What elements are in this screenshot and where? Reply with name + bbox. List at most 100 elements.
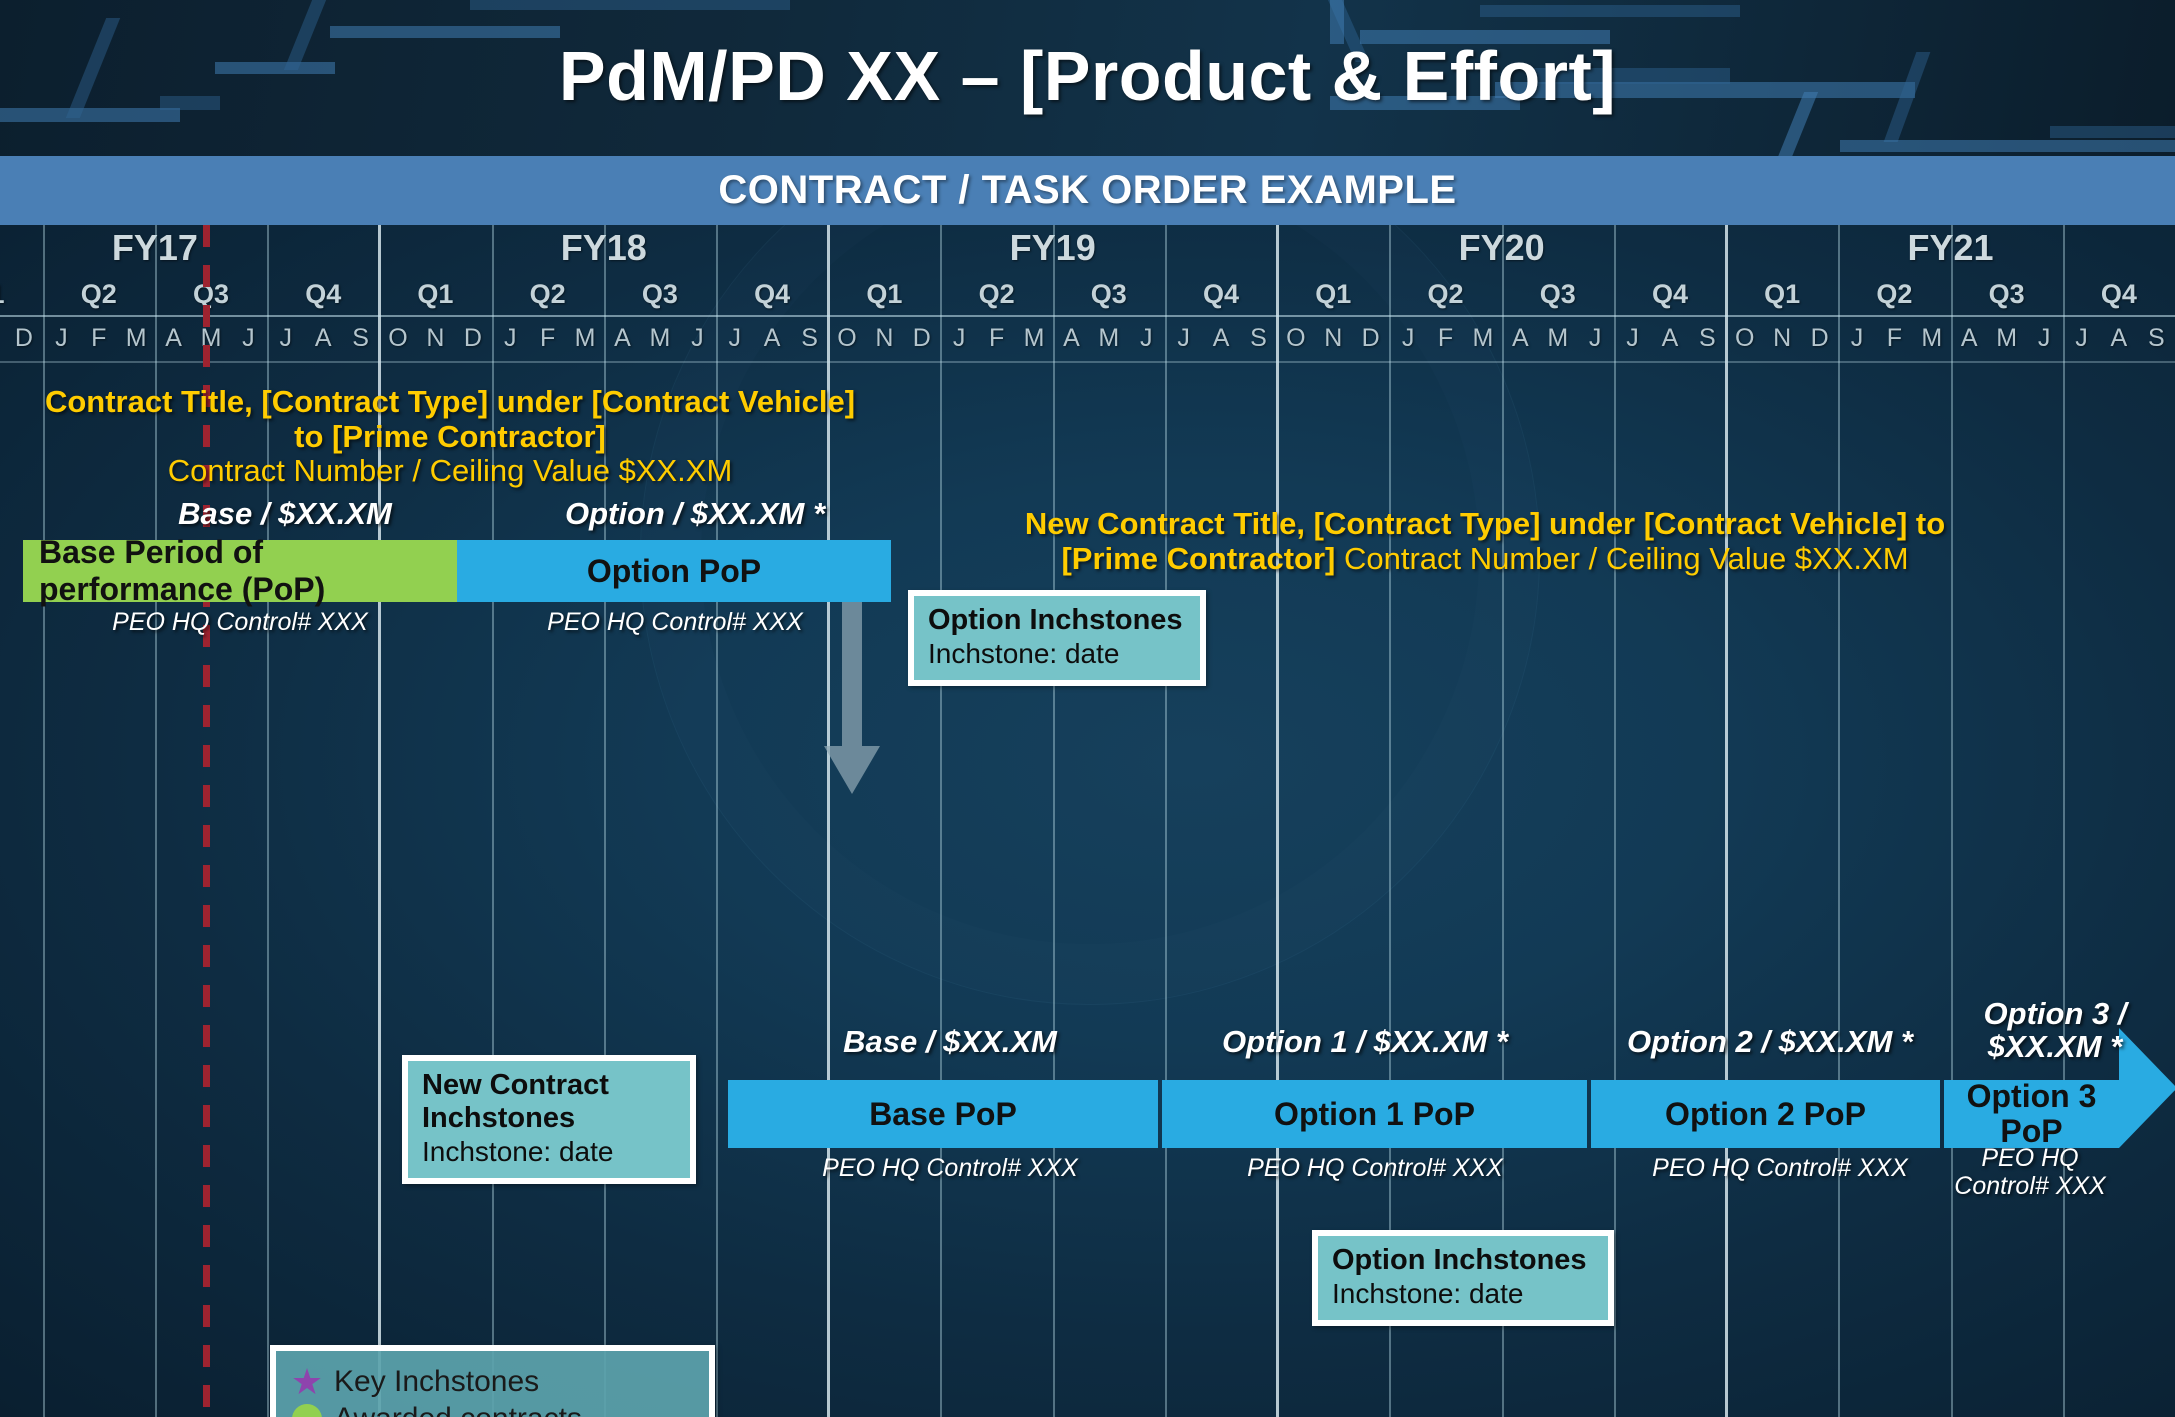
contract1-base-money: Base / $XX.XM <box>178 496 392 531</box>
legend-item: Awarded contracts <box>290 1400 691 1417</box>
contract2-base-pop-bar[interactable]: Base PoP <box>728 1080 1158 1148</box>
month-label: S <box>801 324 818 352</box>
quarter-label: Q1 <box>1315 279 1352 309</box>
month-label: A <box>763 324 781 352</box>
month-label: M <box>649 324 671 352</box>
legend-item-label: Awarded contracts <box>334 1402 582 1417</box>
contract1-title-line1: Contract Title, [Contract Type] under [C… <box>44 384 856 419</box>
month-label: M <box>1023 324 1045 352</box>
contract2-option3-money-line1: Option 3 / <box>1983 996 2127 1031</box>
quarter-label: Q1 <box>866 279 903 309</box>
contract1-option-pop-bar[interactable]: Option PoP <box>457 540 891 602</box>
month-label: N <box>875 324 894 352</box>
contract2-option1-pop-bar[interactable]: Option 1 PoP <box>1162 1080 1587 1148</box>
quarter-label: Q3 <box>1988 279 2025 309</box>
legend-item: ★ Key Inchstones <box>290 1363 691 1400</box>
month-label: F <box>91 324 107 352</box>
month-label: M <box>1472 324 1494 352</box>
quarter-label: Q4 <box>1203 279 1240 309</box>
month-label: F <box>1886 324 1903 352</box>
fiscal-year-label: FY17 <box>111 227 198 268</box>
month-label: O <box>837 324 857 352</box>
quarter-label: Q1 <box>1764 279 1801 309</box>
month-label: S <box>1250 324 1267 352</box>
callout-option-inchstones-1[interactable]: Option Inchstones Inchstone: date <box>908 590 1206 687</box>
quarter-label: Q2 <box>1427 279 1464 309</box>
month-label: J <box>242 324 255 352</box>
contract2-base-control-number: PEO HQ Control# XXX <box>822 1154 1078 1182</box>
callout-new-contract-inchstones-title-line2: Inchstones <box>422 1101 576 1134</box>
contract1-base-control-number: PEO HQ Control# XXX <box>112 608 368 636</box>
fiscal-year-divider <box>1276 225 1280 1417</box>
month-label: D <box>463 324 482 352</box>
legend-box: ★Key InchstonesAwarded contractsContract… <box>270 1345 715 1417</box>
contract2-option3-control-line1: PEO HQ <box>1981 1144 2079 1172</box>
quarter-gridline <box>2062 225 2065 1417</box>
contract2-option2-pop-bar[interactable]: Option 2 PoP <box>1591 1080 1940 1148</box>
month-label: J <box>1177 324 1190 352</box>
month-label: A <box>614 324 631 352</box>
quarter-gridline <box>940 225 943 1417</box>
contract2-option3-control-line2: Control# XXX <box>1954 1171 2106 1200</box>
quarter-gridline <box>1164 225 1167 1417</box>
contract2-title-line2-bold: [Prime Contractor] <box>1061 540 1336 576</box>
contract1-option-pop-label: Option PoP <box>586 552 762 589</box>
contract2-title-line2-rest: Contract Number / Ceiling Value $XX.XM <box>1335 540 1909 576</box>
quarter-label: Q1 <box>0 273 43 315</box>
header-deco-line <box>1480 5 1740 17</box>
contract1-option-control-number: PEO HQ Control# XXX <box>547 608 803 636</box>
quarter-label: Q4 <box>1651 279 1688 309</box>
contract2-option1-money: Option 1 / $XX.XM * <box>1222 1024 1508 1059</box>
contract2-option2-money: Option 2 / $XX.XM * <box>1627 1024 1913 1059</box>
month-label: J <box>1850 324 1864 352</box>
header-deco-line <box>2050 126 2175 138</box>
quarter-label: Q4 <box>754 279 791 309</box>
star-icon: ★ <box>290 1360 324 1402</box>
month-label: M <box>1547 324 1569 352</box>
callout-new-contract-inchstones-title-line1: New Contract <box>422 1069 609 1101</box>
month-label: M <box>1098 324 1120 352</box>
callout-option-inchstones-2-sub: Inchstone: date <box>1332 1277 1524 1309</box>
month-label: J <box>55 324 68 352</box>
quarter-gridline <box>1950 225 1953 1417</box>
fiscal-year-divider <box>1725 225 1729 1417</box>
month-label: F <box>1437 324 1454 352</box>
quarter-label: Q3 <box>192 279 229 309</box>
contract2-option3-pop-bar[interactable]: Option 3 PoP <box>1944 1078 2119 1149</box>
callout-option-inchstones-2[interactable]: Option Inchstones Inchstone: date <box>1312 1230 1614 1327</box>
month-label: M <box>574 324 596 352</box>
month-label: J <box>728 324 741 352</box>
contract2-option1-control-number: PEO HQ Control# XXX <box>1247 1154 1503 1182</box>
timeline-month-divider <box>0 361 2175 363</box>
callout-new-contract-inchstones[interactable]: New Contract Inchstones Inchstone: date <box>402 1055 696 1185</box>
header-deco-line <box>1840 140 2175 152</box>
contract2-option3-money-line2: $XX.XM * <box>1987 1029 2123 1065</box>
month-label: O <box>1286 324 1306 352</box>
contract2-option3-money: Option 3 / $XX.XM * <box>1955 997 2155 1064</box>
contract2-base-pop-label: Base PoP <box>869 1095 1017 1132</box>
callout-new-contract-inchstones-sub: Inchstone: date <box>422 1135 614 1167</box>
quarter-gridline <box>1613 225 1616 1417</box>
quarter-label: Q3 <box>1539 279 1576 309</box>
month-label: N <box>1324 324 1343 352</box>
month-label: F <box>540 324 556 352</box>
month-label: A <box>2110 324 2128 352</box>
month-label: J <box>1626 324 1639 352</box>
month-label: A <box>1960 324 1978 352</box>
contract2-option2-pop-label: Option 2 PoP <box>1665 1095 1866 1132</box>
quarter-label: Q4 <box>2100 279 2137 309</box>
month-label: J <box>504 324 517 352</box>
contract2-option2-control-number: PEO HQ Control# XXX <box>1652 1154 1908 1182</box>
subtitle-bar: CONTRACT / TASK ORDER EXAMPLE <box>0 156 2175 225</box>
month-label: A <box>1661 324 1679 352</box>
month-label: A <box>1511 324 1529 352</box>
month-label: O <box>1735 324 1755 352</box>
contract2-option3-pop-label: Option 3 PoP <box>1966 1078 2097 1149</box>
month-label: J <box>691 324 704 352</box>
quarter-label: Q2 <box>529 279 566 309</box>
quarter-label: Q2 <box>80 279 117 309</box>
month-label: J <box>2075 324 2088 352</box>
quarter-label: Q2 <box>978 279 1015 309</box>
contract1-base-pop-bar[interactable]: Base Period of performance (PoP) <box>23 534 457 607</box>
month-label: M <box>1921 324 1943 352</box>
